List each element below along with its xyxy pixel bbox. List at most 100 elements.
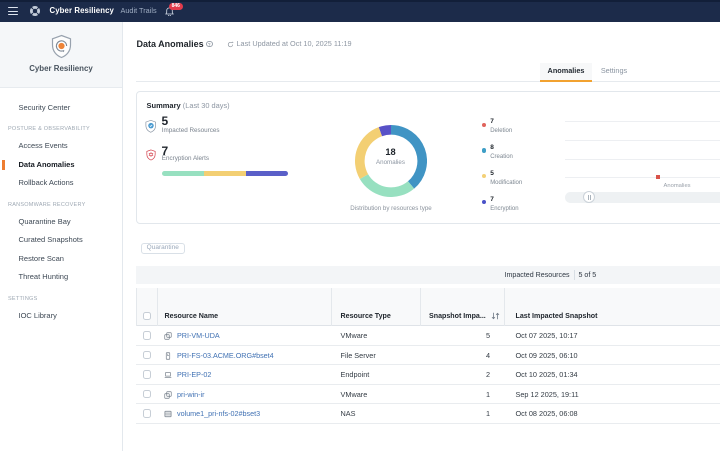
resource-name-link[interactable]: PRI-VM-UDA — [177, 326, 220, 346]
legend-dot-deletion — [482, 122, 487, 127]
anomaly-type-legend: 7 Deletion 8 Creation 5 Modification 7 Encrypti… — [482, 117, 522, 221]
tab-bar: Anomalies Settings — [136, 63, 720, 82]
tab-anomalies[interactable]: Anomalies — [540, 63, 592, 82]
legend-label: Deletion — [490, 128, 513, 134]
trend-gridline — [565, 139, 720, 141]
donut-caption: Distribution by resources type — [350, 204, 432, 212]
column-header-resource-name[interactable]: Resource Name — [165, 312, 219, 320]
vm-icon — [164, 391, 172, 399]
sidebar-section-posture-observability: POSTURE & OBSERVABILITY — [8, 126, 90, 132]
resource-name-link[interactable]: PRI-FS-03.ACME.ORG#bset4 — [177, 346, 274, 366]
impact-split-bar-segment — [161, 170, 204, 177]
trend-zoom-slider[interactable] — [565, 191, 720, 204]
legend-label: Modification — [490, 179, 523, 186]
nas-icon — [164, 411, 172, 418]
resource-name-link[interactable]: PRI-EP-02 — [177, 365, 211, 385]
summary-title-row: Summary (Last 30 days) — [147, 101, 230, 110]
impact-split-bar-segment — [203, 170, 246, 177]
sidebar-item-data-anomalies[interactable]: Data Anomalies — [0, 156, 122, 175]
donut-total-label: Anomalies — [376, 159, 405, 166]
sidebar-product-name: Cyber Resiliency — [29, 63, 93, 73]
sidebar-item-restore-scan[interactable]: Restore Scan — [0, 250, 122, 269]
legend-entry-encryption: 7 Encryption — [482, 195, 522, 221]
tab-settings[interactable]: Settings — [592, 63, 636, 82]
legend-dot-creation — [482, 148, 487, 153]
impact-split-bar-segment — [245, 170, 288, 177]
row-checkbox[interactable] — [142, 409, 152, 418]
table-row: PRI-VM-UDA VMware 5 Oct 07 2025, 10:17 — [136, 326, 720, 346]
encryption-alerts-label: Encryption Alerts — [161, 155, 210, 163]
legend-entry-creation: 8 Creation — [482, 143, 522, 169]
row-checkbox[interactable] — [142, 350, 152, 360]
snapshot-impact-cell: 2 — [485, 370, 490, 380]
sidebar-item-access-events[interactable]: Access Events — [0, 137, 122, 156]
notification-count-badge[interactable]: 846 — [169, 2, 183, 10]
legend-entry-deletion: 7 Deletion — [482, 117, 522, 143]
impact-split-bar — [161, 170, 288, 177]
vm-icon — [164, 332, 172, 340]
header-divider — [136, 287, 137, 326]
quarantine-button[interactable]: Quarantine — [140, 243, 185, 254]
anomalies-trend-chart: Anomalies — [565, 92, 720, 225]
trend-slider-handle[interactable] — [583, 191, 596, 204]
summary-title: Summary — [146, 101, 181, 110]
row-checkbox[interactable] — [142, 389, 152, 399]
legend-entry-modification: 5 Modification — [482, 169, 522, 195]
sort-arrows-icon[interactable] — [491, 312, 500, 320]
column-header-snapshot-impact[interactable]: Snapshot Impa... — [429, 312, 486, 320]
sidebar-item-curated-snapshots[interactable]: Curated Snapshots — [0, 231, 122, 250]
resource-type-cell: VMware — [340, 389, 368, 399]
table-row: pri-win-ir VMware 1 Sep 12 2025, 19:11 — [136, 385, 720, 405]
brand-logo-icon — [30, 6, 40, 16]
sidebar-item-ioc-library[interactable]: IOC Library — [0, 307, 122, 326]
impacted-resources-count: 5 of 5 — [578, 270, 597, 279]
trend-legend-label: Anomalies — [663, 183, 691, 189]
impacted-resources-summary-label: Impacted Resources — [504, 270, 570, 279]
resource-type-cell: VMware — [340, 331, 368, 340]
top-navigation-bar: Cyber Resiliency Audit Trails 846 — [0, 0, 720, 22]
donut-segment — [378, 124, 391, 136]
legend-value: 5 — [490, 169, 494, 177]
trend-gridline — [565, 121, 720, 123]
sidebar-item-security-center[interactable]: Security Center — [0, 99, 122, 118]
legend-value: 7 — [490, 195, 494, 203]
legend-value: 7 — [490, 118, 494, 125]
table-row: volume1_pri-nfs-02#bset3 NAS 1 Oct 08 2025,… — [136, 404, 720, 424]
resource-name-link[interactable]: volume1_pri-nfs-02#bset3 — [177, 404, 260, 424]
page-title: Data Anomalies — [136, 39, 204, 49]
donut-total-value: 18 — [385, 147, 396, 157]
header-divider — [420, 287, 421, 326]
table-toolbar: Impacted Resources 5 of 5 — [136, 265, 720, 284]
shield-check-icon — [145, 119, 157, 133]
column-header-resource-type[interactable]: Resource Type — [341, 312, 391, 320]
row-checkbox[interactable] — [142, 370, 152, 379]
hamburger-menu-icon[interactable] — [8, 7, 18, 16]
summary-subtitle: (Last 30 days) — [182, 101, 230, 110]
app-window: Cyber Resiliency Audit Trails 846 Cyber … — [0, 0, 720, 451]
snapshot-impact-cell: 4 — [485, 350, 490, 360]
laptop-icon — [164, 372, 172, 378]
sidebar-section-settings: SETTINGS — [8, 295, 38, 302]
table-row: PRI-EP-02 Endpoint 2 Oct 10 2025, 01:34 — [136, 365, 720, 385]
anomalies-donut-chart: 18 Anomalies — [354, 124, 427, 197]
sidebar-item-rollback-actions[interactable]: Rollback Actions — [0, 174, 122, 193]
sidebar-item-quarantine-bay[interactable]: Quarantine Bay — [0, 213, 122, 232]
sidebar-item-threat-hunting[interactable]: Threat Hunting — [0, 268, 122, 287]
last-updated-text: Last Updated at Oct 10, 2025 11:19 — [236, 39, 352, 48]
select-all-checkbox[interactable] — [142, 311, 152, 321]
toolbar-divider — [574, 269, 576, 280]
refresh-icon[interactable] — [227, 41, 234, 48]
resource-name-link[interactable]: pri-win-ir — [177, 385, 205, 405]
topbar-product-title: Cyber Resiliency — [49, 6, 114, 15]
impacted-resources-label: Impacted Resources — [161, 126, 220, 134]
summary-card: Summary (Last 30 days) 5 Impacted Resour… — [136, 91, 720, 224]
resource-type-cell: File Server — [340, 350, 376, 360]
topbar-nav-audit-trails[interactable]: Audit Trails — [121, 0, 157, 22]
help-icon[interactable]: ? — [206, 40, 213, 48]
sidebar-product-header: Cyber Resiliency — [0, 22, 122, 88]
trend-gridline — [565, 177, 720, 179]
column-header-last-impacted[interactable]: Last Impacted Snapshot — [516, 312, 598, 320]
header-divider — [330, 287, 332, 326]
snapshot-impact-cell: 1 — [485, 409, 490, 419]
row-checkbox[interactable] — [142, 331, 152, 340]
